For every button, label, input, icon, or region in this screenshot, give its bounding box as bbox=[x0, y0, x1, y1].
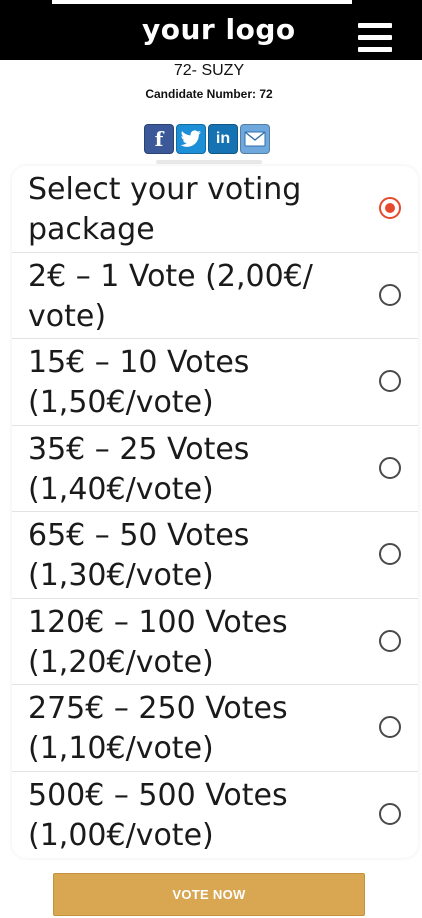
package-label: 275€ – 250 Votes (1,10€/vote) bbox=[28, 691, 288, 766]
share-divider bbox=[156, 160, 262, 164]
package-label: 65€ – 50 Votes (1,30€/vote) bbox=[28, 518, 250, 593]
linkedin-glyph: in bbox=[215, 130, 231, 147]
package-label: 35€ – 25 Votes (1,40€/vote) bbox=[28, 431, 250, 507]
voting-page: your logo 72- SUZY Candidate Number: 72 … bbox=[0, 0, 422, 918]
voting-package-list: Select your voting package 2€ – 1 Vote (… bbox=[12, 166, 418, 858]
radio-button[interactable] bbox=[379, 456, 401, 479]
vote-now-button[interactable]: VOTE NOW bbox=[53, 873, 365, 916]
radio-button[interactable] bbox=[379, 283, 401, 306]
radio-button[interactable] bbox=[379, 370, 401, 392]
package-label: 2€ – 1 Vote (2,00€/ vote) bbox=[28, 258, 313, 334]
facebook-icon[interactable]: f bbox=[144, 124, 174, 154]
header-top-strip bbox=[52, 0, 352, 4]
envelope-glyph bbox=[244, 131, 266, 147]
radio-button[interactable] bbox=[379, 543, 401, 565]
radio-button[interactable] bbox=[379, 197, 401, 219]
package-option-25-votes[interactable]: 35€ – 25 Votes (1,40€/vote) bbox=[12, 426, 418, 512]
radio-button[interactable] bbox=[379, 716, 401, 738]
linkedin-icon[interactable]: in bbox=[208, 124, 238, 154]
radio-button[interactable] bbox=[379, 629, 401, 652]
site-header: your logo bbox=[0, 0, 422, 60]
email-icon[interactable] bbox=[240, 124, 270, 154]
package-label: 15€ – 10 Votes (1,50€/vote) bbox=[28, 345, 250, 420]
site-logo[interactable]: your logo bbox=[142, 10, 296, 50]
twitter-icon[interactable] bbox=[176, 124, 206, 154]
package-option-select[interactable]: Select your voting package bbox=[12, 166, 418, 253]
package-option-50-votes[interactable]: 65€ – 50 Votes (1,30€/vote) bbox=[12, 512, 418, 599]
package-label: Select your voting package bbox=[28, 172, 302, 247]
twitter-bird-glyph bbox=[180, 130, 201, 147]
package-label: 500€ – 500 Votes (1,00€/vote) bbox=[28, 777, 288, 853]
package-option-250-votes[interactable]: 275€ – 250 Votes (1,10€/vote) bbox=[12, 685, 418, 772]
package-option-10-votes[interactable]: 15€ – 10 Votes (1,50€/vote) bbox=[12, 339, 418, 426]
package-label: 120€ – 100 Votes (1,20€/vote) bbox=[28, 604, 288, 680]
share-buttons: f in bbox=[144, 124, 270, 154]
package-option-500-votes[interactable]: 500€ – 500 Votes (1,00€/vote) bbox=[12, 772, 418, 859]
hamburger-menu-icon[interactable] bbox=[358, 23, 392, 53]
facebook-glyph: f bbox=[154, 127, 164, 151]
package-option-100-votes[interactable]: 120€ – 100 Votes (1,20€/vote) bbox=[12, 599, 418, 685]
package-option-1-vote[interactable]: 2€ – 1 Vote (2,00€/ vote) bbox=[12, 253, 418, 339]
candidate-name: 72- SUZY bbox=[173, 62, 245, 79]
candidate-number: Candidate Number: 72 bbox=[145, 87, 273, 101]
radio-button[interactable] bbox=[379, 802, 401, 825]
